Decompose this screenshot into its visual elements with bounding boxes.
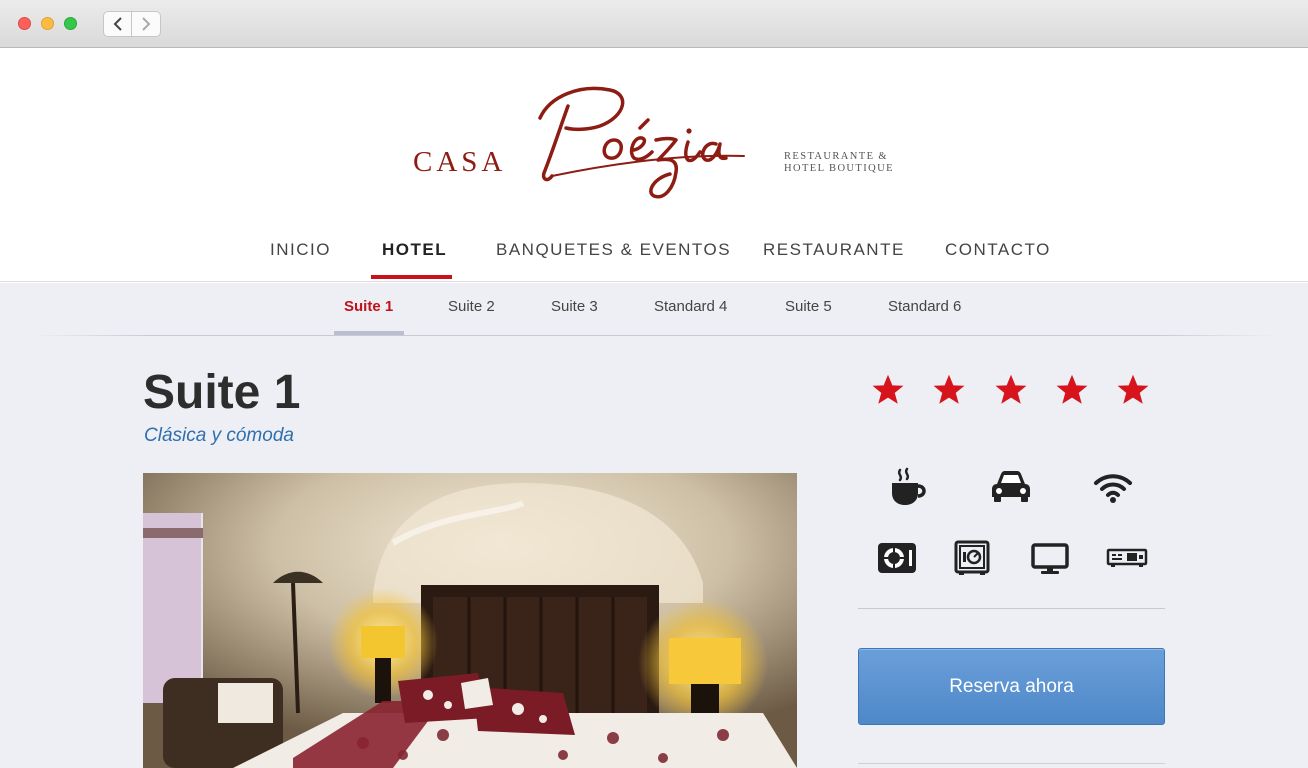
wifi-icon xyxy=(1094,474,1132,503)
logo-script-wordmark xyxy=(538,86,745,199)
star-icon xyxy=(872,374,904,404)
next-panel-edge xyxy=(858,763,1165,768)
chevron-right-icon xyxy=(142,17,151,31)
logo-tagline: RESTAURANTE & HOTEL BOUTIQUE xyxy=(784,151,894,175)
nav-item-inicio[interactable]: INICIO xyxy=(270,240,331,260)
room-subtitle: Clásica y cómoda xyxy=(144,425,294,446)
tab-standard-4[interactable]: Standard 4 xyxy=(654,298,727,315)
browser-toolbar xyxy=(0,0,1308,48)
room-title: Suite 1 xyxy=(143,366,301,419)
nav-item-contacto[interactable]: CONTACTO xyxy=(945,240,1051,260)
back-button[interactable] xyxy=(103,11,132,37)
star-icon xyxy=(1056,374,1088,404)
amenities-divider xyxy=(858,608,1165,609)
reserve-button[interactable]: Reserva ahora xyxy=(858,648,1165,725)
logo-i-dot xyxy=(686,128,692,134)
room-tabs: Suite 1 Suite 2 Suite 3 Standard 4 Suite… xyxy=(0,283,1308,335)
star-icon xyxy=(933,374,965,404)
chevron-left-icon xyxy=(113,17,122,31)
forward-button[interactable] xyxy=(132,11,161,37)
dvd-player-icon xyxy=(1106,548,1148,567)
tab-suite-2[interactable]: Suite 2 xyxy=(448,298,495,315)
site-header: CASA RESTAURANTE & HOTEL BOUTIQUE INICIO… xyxy=(0,48,1308,282)
star-rating xyxy=(870,372,1160,412)
room-photo[interactable] xyxy=(143,473,797,768)
star-icon xyxy=(995,374,1027,404)
tagline-line-1: RESTAURANTE & xyxy=(784,151,888,162)
nav-item-hotel[interactable]: HOTEL xyxy=(382,240,447,260)
close-window-button[interactable] xyxy=(18,17,31,30)
tab-suite-3[interactable]: Suite 3 xyxy=(551,298,598,315)
tagline-line-2: HOTEL BOUTIQUE xyxy=(784,163,894,174)
car-icon xyxy=(992,471,1030,502)
nav-item-restaurante[interactable]: RESTAURANTE xyxy=(763,240,905,260)
site-logo[interactable]: CASA RESTAURANTE & HOTEL BOUTIQUE xyxy=(410,78,910,208)
logo-casa-text: CASA xyxy=(413,146,507,178)
coffee-icon xyxy=(892,467,926,505)
safe-dial-icon xyxy=(878,543,916,573)
nav-item-banquetes[interactable]: BANQUETES & EVENTOS xyxy=(496,240,731,260)
nav-active-underline xyxy=(371,275,452,279)
tab-suite-5[interactable]: Suite 5 xyxy=(785,298,832,315)
star-icon xyxy=(1117,374,1149,404)
tv-icon xyxy=(1031,543,1069,574)
history-buttons xyxy=(103,11,162,37)
subnav-divider xyxy=(30,335,1278,336)
minimize-window-button[interactable] xyxy=(41,17,54,30)
tab-suite-1[interactable]: Suite 1 xyxy=(344,298,393,315)
maximize-window-button[interactable] xyxy=(64,17,77,30)
room-photo-illustration xyxy=(143,473,797,768)
main-navigation: INICIO HOTEL BANQUETES & EVENTOS RESTAUR… xyxy=(0,228,1308,282)
tab-standard-6[interactable]: Standard 6 xyxy=(888,298,961,315)
safe-box-icon xyxy=(954,540,990,575)
